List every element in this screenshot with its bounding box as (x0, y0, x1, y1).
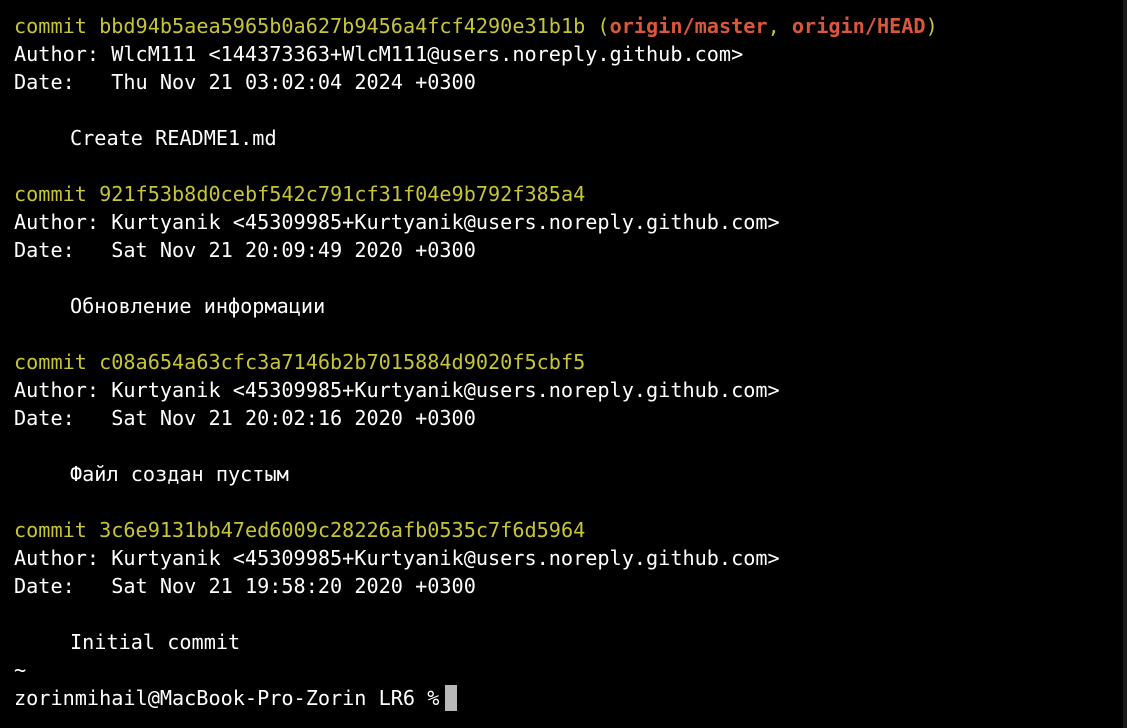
refs-open: ( (597, 14, 610, 38)
author-line: Author: Kurtyanik <45309985+Kurtyanik@us… (14, 544, 1127, 572)
commit-keyword: commit (14, 518, 87, 542)
commit-hash: 921f53b8d0cebf542c791cf31f04e9b792f385a4 (99, 182, 586, 206)
commit-hash: c08a654a63cfc3a7146b2b7015884d9020f5cbf5 (99, 350, 586, 374)
ref-origin-master: origin/master (609, 14, 768, 38)
commit-header-line: commit 921f53b8d0cebf542c791cf31f04e9b79… (14, 180, 1127, 208)
date-value: Thu Nov 21 03:02:04 2024 +0300 (111, 70, 476, 94)
commit-keyword: commit (14, 350, 87, 374)
shell-prompt-line[interactable]: zorinmihail@MacBook-Pro-Zorin LR6 % (14, 684, 1127, 712)
commit-message: Create README1.md (70, 126, 277, 150)
author-value: Kurtyanik <45309985+Kurtyanik@users.nore… (111, 210, 780, 234)
shell-prompt: zorinmihail@MacBook-Pro-Zorin LR6 % (14, 686, 440, 710)
date-label: Date: (14, 406, 75, 430)
commit-entry: commit c08a654a63cfc3a7146b2b7015884d902… (14, 348, 1127, 516)
commit-message: Файл создан пустым (70, 462, 289, 486)
date-label: Date: (14, 238, 75, 262)
commit-header-line: commit bbd94b5aea5965b0a627b9456a4fcf429… (14, 12, 1127, 40)
commit-keyword: commit (14, 182, 87, 206)
author-line: Author: WlcM111 <144373363+WlcM111@users… (14, 40, 1127, 68)
author-value: WlcM111 <144373363+WlcM111@users.noreply… (111, 42, 744, 66)
refs-close: ) (925, 14, 938, 38)
commit-hash: bbd94b5aea5965b0a627b9456a4fcf4290e31b1b (99, 14, 586, 38)
author-label: Author: (14, 546, 100, 570)
commit-entry: commit 3c6e9131bb47ed6009c28226afb0535c7… (14, 516, 1127, 656)
pager-end-marker: ~ (14, 658, 27, 682)
commit-header-line: commit 3c6e9131bb47ed6009c28226afb0535c7… (14, 516, 1127, 544)
author-line: Author: Kurtyanik <45309985+Kurtyanik@us… (14, 208, 1127, 236)
commit-message: Initial commit (70, 630, 241, 654)
commit-entry: commit bbd94b5aea5965b0a627b9456a4fcf429… (14, 12, 1127, 180)
terminal-window[interactable]: commit bbd94b5aea5965b0a627b9456a4fcf429… (0, 0, 1127, 728)
author-value: Kurtyanik <45309985+Kurtyanik@users.nore… (111, 546, 780, 570)
date-line: Date: Sat Nov 21 20:09:49 2020 +0300 (14, 236, 1127, 264)
date-value: Sat Nov 21 20:02:16 2020 +0300 (111, 406, 476, 430)
author-line: Author: Kurtyanik <45309985+Kurtyanik@us… (14, 376, 1127, 404)
commit-hash: 3c6e9131bb47ed6009c28226afb0535c7f6d5964 (99, 518, 586, 542)
author-label: Author: (14, 42, 100, 66)
date-value: Sat Nov 21 19:58:20 2020 +0300 (111, 574, 476, 598)
date-line: Date: Sat Nov 21 20:02:16 2020 +0300 (14, 404, 1127, 432)
commit-entry: commit 921f53b8d0cebf542c791cf31f04e9b79… (14, 180, 1127, 348)
text-cursor (445, 685, 458, 711)
author-value: Kurtyanik <45309985+Kurtyanik@users.nore… (111, 378, 780, 402)
author-label: Author: (14, 210, 100, 234)
date-value: Sat Nov 21 20:09:49 2020 +0300 (111, 238, 476, 262)
date-line: Date: Thu Nov 21 03:02:04 2024 +0300 (14, 68, 1127, 96)
ref-origin-head: origin/HEAD (791, 14, 926, 38)
commit-header-line: commit c08a654a63cfc3a7146b2b7015884d902… (14, 348, 1127, 376)
date-label: Date: (14, 70, 75, 94)
commit-message: Обновление информации (70, 294, 326, 318)
date-label: Date: (14, 574, 75, 598)
commit-keyword: commit (14, 14, 87, 38)
author-label: Author: (14, 378, 100, 402)
refs-separator: , (767, 14, 792, 38)
window-edge (1123, 0, 1127, 728)
date-line: Date: Sat Nov 21 19:58:20 2020 +0300 (14, 572, 1127, 600)
